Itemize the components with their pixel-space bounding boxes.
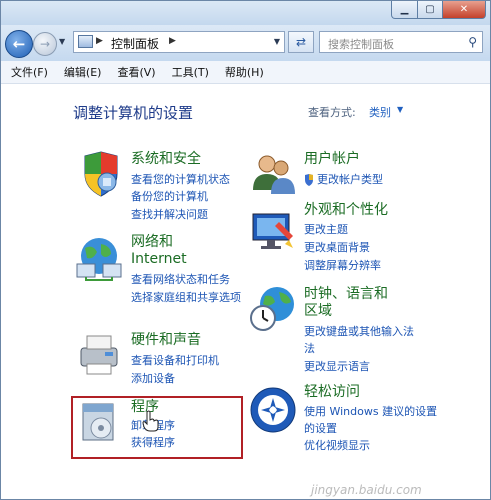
menu-edit[interactable]: 编辑(E) [64, 64, 102, 80]
task-backup-computer[interactable]: 备份您的计算机 [131, 190, 208, 204]
search-icon[interactable]: ⚲ [468, 35, 477, 49]
navigation-bar: ← → ▼ ▶ 控制面板 ▶ ▼ ⇄ 搜索控制面板 ⚲ [1, 25, 490, 61]
menu-bar: 文件(F) 编辑(E) 查看(V) 工具(T) 帮助(H) [1, 61, 490, 84]
task-change-display-language[interactable]: 更改显示语言 [304, 360, 370, 374]
close-icon: ✕ [459, 4, 469, 15]
close-button[interactable]: ✕ [443, 1, 486, 19]
task-change-desktop-background[interactable]: 更改桌面背景 [304, 241, 370, 255]
network-icon[interactable] [75, 234, 123, 282]
title-bar[interactable]: ▁ ▢ ✕ [1, 1, 490, 25]
menu-tools[interactable]: 工具(T) [172, 64, 209, 80]
watermark: jingyan.baidu.com [311, 479, 481, 499]
task-recommended-settings-continued[interactable]: 的设置 [304, 422, 337, 436]
minimize-icon: ▁ [400, 4, 409, 15]
category-network-internet[interactable]: 网络和 Internet [131, 234, 187, 268]
refresh-icon: ⇄ [295, 35, 307, 49]
maximize-button[interactable]: ▢ [418, 1, 443, 19]
task-change-theme[interactable]: 更改主题 [304, 223, 348, 237]
category-system-security[interactable]: 系统和安全 [131, 151, 201, 168]
menu-view[interactable]: 查看(V) [117, 64, 155, 80]
forward-arrow-icon: → [39, 37, 51, 51]
category-appearance-personalization[interactable]: 外观和个性化 [304, 202, 388, 219]
caption-buttons: ▁ ▢ ✕ [391, 1, 486, 19]
printer-icon[interactable] [75, 330, 123, 378]
task-add-device[interactable]: 添加设备 [131, 372, 175, 386]
view-by-label: 查看方式: [308, 106, 356, 119]
ease-of-access-icon[interactable] [249, 386, 297, 434]
uac-shield-icon [305, 174, 313, 186]
task-view-network-status[interactable]: 查看网络状态和任务 [131, 273, 230, 287]
task-optimize-visual-display[interactable]: 优化视频显示 [304, 439, 370, 453]
recent-pages-dropdown[interactable]: ▼ [59, 37, 65, 46]
address-dropdown-icon[interactable]: ▼ [274, 37, 280, 46]
appearance-icon[interactable] [249, 208, 297, 256]
main-content: 调整计算机的设置 查看方式: 类别 ▼ 系统和安全 查看您的计算机状态 备份您的… [1, 84, 490, 499]
task-homegroup-sharing[interactable]: 选择家庭组和共享选项 [131, 291, 241, 305]
page-title: 调整计算机的设置 [73, 104, 194, 122]
refresh-button[interactable]: ⇄ [288, 31, 314, 53]
category-hardware-sound[interactable]: 硬件和声音 [131, 332, 201, 349]
task-troubleshoot[interactable]: 查找并解决问题 [131, 208, 208, 222]
category-user-accounts[interactable]: 用户帐户 [304, 151, 360, 168]
control-panel-window: ▁ ▢ ✕ ← → ▼ ▶ 控制面板 ▶ ▼ ⇄ 搜索控制面板 ⚲ 文件(F) … [0, 0, 491, 500]
search-input[interactable]: 搜索控制面板 [328, 36, 394, 52]
address-bar[interactable]: ▶ 控制面板 ▶ ▼ [73, 31, 285, 53]
menu-help[interactable]: 帮助(H) [225, 64, 264, 80]
task-change-account-type[interactable]: 更改帐户类型 [317, 173, 383, 187]
dropdown-arrow-icon[interactable]: ▼ [397, 105, 403, 114]
category-clock-language-region[interactable]: 时钟、语言和 区域 [304, 286, 388, 320]
hand-cursor-icon [142, 410, 159, 432]
minimize-button[interactable]: ▁ [391, 1, 418, 19]
task-windows-recommended-settings[interactable]: 使用 Windows 建议的设置 [304, 405, 437, 419]
view-by-dropdown[interactable]: 类别 [369, 104, 391, 120]
category-ease-of-access[interactable]: 轻松访问 [304, 384, 360, 401]
clock-globe-icon[interactable] [249, 286, 297, 334]
task-view-computer-status[interactable]: 查看您的计算机状态 [131, 173, 230, 187]
search-box[interactable]: 搜索控制面板 ⚲ [319, 31, 483, 53]
task-adjust-resolution[interactable]: 调整屏幕分辨率 [304, 259, 381, 273]
watermark-text: jingyan.baidu.com [311, 483, 422, 497]
task-change-keyboard-input[interactable]: 更改键盘或其他输入法 [304, 325, 414, 339]
breadcrumb-separator-icon[interactable]: ▶ [169, 36, 176, 46]
maximize-icon: ▢ [425, 4, 435, 15]
breadcrumb-separator-icon[interactable]: ▶ [96, 36, 103, 46]
menu-file[interactable]: 文件(F) [11, 64, 48, 80]
shield-icon[interactable] [77, 150, 125, 198]
control-panel-icon [78, 35, 93, 48]
back-arrow-icon: ← [12, 35, 26, 53]
task-devices-printers[interactable]: 查看设备和打印机 [131, 354, 219, 368]
task-input-method-continued[interactable]: 法 [304, 342, 315, 356]
back-button[interactable]: ← [5, 30, 33, 58]
breadcrumb-control-panel[interactable]: 控制面板 [111, 35, 159, 52]
users-icon[interactable] [249, 150, 297, 198]
forward-button[interactable]: → [33, 32, 57, 56]
